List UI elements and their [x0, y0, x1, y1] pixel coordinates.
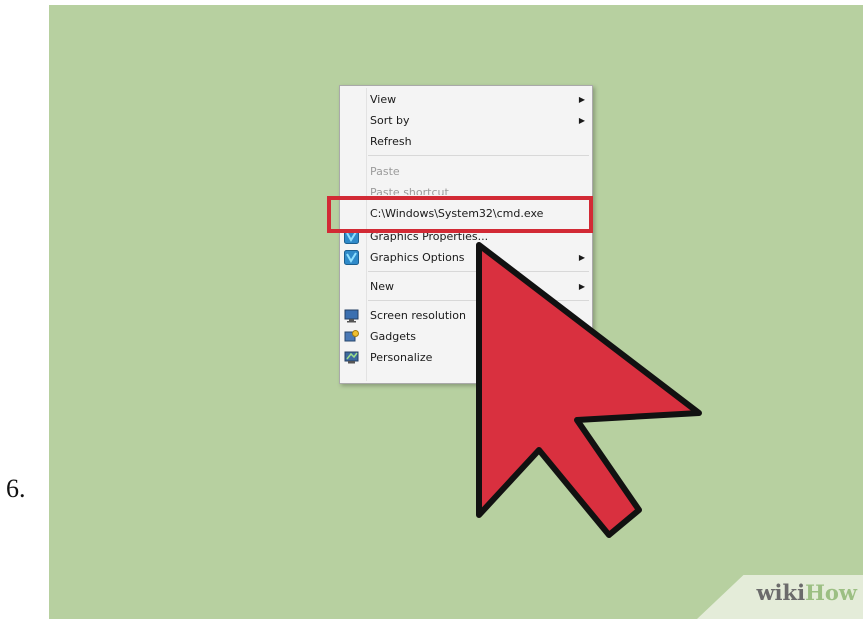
cursor-arrow-icon: [476, 242, 702, 538]
menu-item-label: Personalize: [370, 351, 433, 364]
menu-item-label: Paste shortcut: [370, 186, 449, 195]
menu-item-paste: Paste: [340, 161, 592, 182]
menu-item-label: Refresh: [370, 135, 412, 148]
menu-item-view[interactable]: View ▶: [340, 89, 592, 110]
highlight-box: [327, 196, 593, 233]
menu-item-label: New: [370, 280, 394, 293]
wikihow-logo: wikiHow: [756, 580, 857, 605]
menu-item-refresh[interactable]: Refresh: [340, 131, 592, 152]
menu-item-label: Sort by: [370, 114, 410, 127]
desktop[interactable]: View ▶ Sort by ▶ Refresh Paste Paste sho…: [49, 5, 863, 619]
personalize-icon: [344, 351, 359, 364]
gadgets-icon: [344, 330, 359, 342]
menu-item-label: Screen resolution: [370, 309, 466, 322]
step-number: 6.: [6, 474, 26, 503]
menu-separator: [368, 155, 589, 156]
menu-item-label: Paste: [370, 165, 400, 178]
menu-item-paste-shortcut: Paste shortcut: [340, 182, 592, 195]
menu-item-label: Graphics Options: [370, 251, 465, 264]
wikihow-logo-wiki: wiki: [756, 580, 806, 605]
submenu-arrow-icon: ▶: [578, 116, 585, 125]
menu-item-label: View: [370, 93, 397, 106]
display-icon: [344, 309, 359, 323]
submenu-arrow-icon: ▶: [578, 95, 585, 104]
wikihow-logo-how: How: [805, 580, 857, 605]
graphics-icon: [344, 250, 359, 265]
menu-item-label: Gadgets: [370, 330, 417, 343]
menu-item-sort-by[interactable]: Sort by ▶: [340, 110, 592, 131]
